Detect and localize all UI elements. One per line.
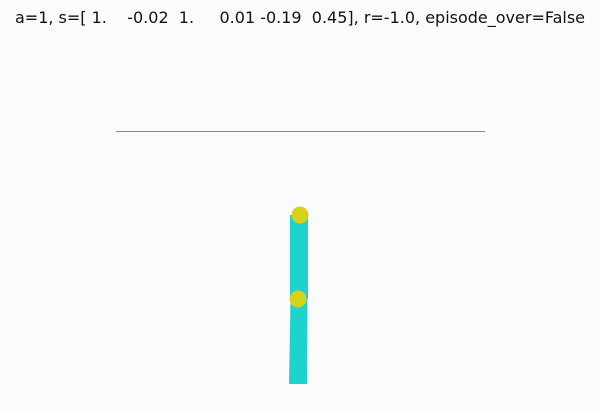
acrobot-scene bbox=[116, 131, 485, 384]
end-joint-icon bbox=[291, 206, 309, 224]
middle-joint-icon bbox=[289, 290, 307, 308]
upper-link-segment bbox=[290, 215, 308, 299]
